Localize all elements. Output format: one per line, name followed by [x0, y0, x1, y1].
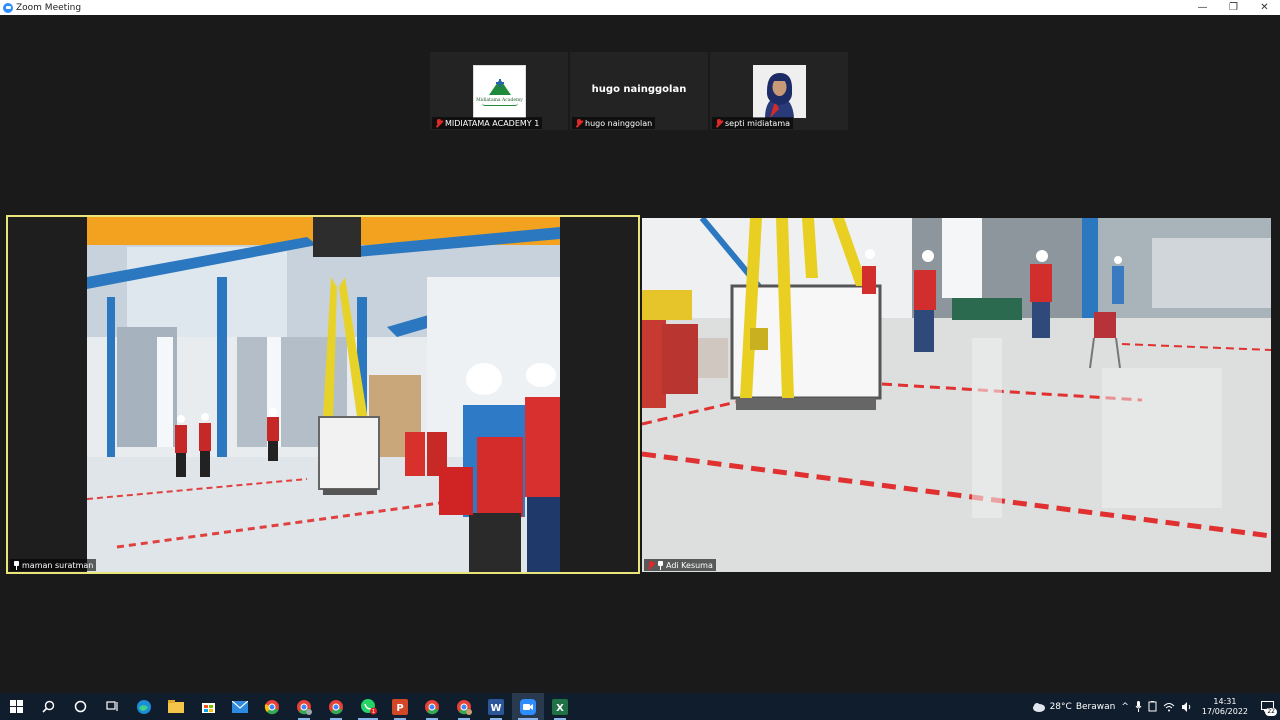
- chrome-profile-icon[interactable]: [416, 693, 448, 720]
- pin-icon: [657, 560, 664, 570]
- task-view-icon[interactable]: [96, 693, 128, 720]
- video-tile[interactable]: Adi Kesuma: [642, 218, 1271, 572]
- window-controls: — ❐ ✕: [1187, 0, 1280, 15]
- participant-name-label: MIDIATAMA ACADEMY 1: [432, 117, 543, 129]
- mail-icon[interactable]: [224, 693, 256, 720]
- notification-center-icon[interactable]: 22: [1254, 693, 1280, 720]
- academy-logo: Midiatama Academy: [473, 65, 526, 118]
- microphone-icon[interactable]: [1132, 693, 1145, 720]
- minimize-button[interactable]: —: [1187, 0, 1218, 15]
- weather-temp: 28°C: [1049, 701, 1072, 712]
- svg-text:W: W: [490, 703, 501, 714]
- word-icon[interactable]: W: [480, 693, 512, 720]
- close-button[interactable]: ✕: [1249, 0, 1280, 15]
- participant-name: Adi Kesuma: [666, 560, 713, 570]
- video-tile-active-speaker[interactable]: maman suratman: [6, 215, 640, 574]
- battery-icon[interactable]: [1145, 693, 1160, 720]
- zoom-app-icon: [3, 2, 13, 13]
- warehouse-video-feed: [642, 218, 1271, 572]
- title-bar: Zoom Meeting — ❐ ✕: [0, 0, 1280, 15]
- wifi-icon[interactable]: [1160, 693, 1178, 720]
- participant-name: MIDIATAMA ACADEMY 1: [445, 118, 540, 128]
- muted-mic-icon: [575, 118, 583, 128]
- profile-photo: [753, 65, 806, 118]
- chrome-icon[interactable]: [256, 693, 288, 720]
- store-icon[interactable]: [192, 693, 224, 720]
- clock-time: 14:31: [1213, 696, 1237, 706]
- weather-widget[interactable]: 28°C Berawan: [1029, 693, 1119, 720]
- logo-text: Midiatama Academy: [476, 97, 523, 103]
- volume-icon[interactable]: [1178, 693, 1196, 720]
- file-explorer-icon[interactable]: [160, 693, 192, 720]
- clock-date: 17/06/2022: [1201, 706, 1248, 716]
- chrome-profile-icon[interactable]: [320, 693, 352, 720]
- weather-condition: Berawan: [1075, 701, 1116, 712]
- participant-name-label: maman suratman: [10, 559, 97, 571]
- participant-name-label: hugo nainggolan: [572, 117, 656, 129]
- chrome-profile-icon[interactable]: [288, 693, 320, 720]
- window-title: Zoom Meeting: [16, 2, 82, 13]
- participant-thumbnail-strip: Midiatama Academy MIDIATAMA ACADEMY 1 hu…: [430, 52, 848, 130]
- cloud-icon: [1032, 702, 1045, 712]
- excel-icon[interactable]: X: [544, 693, 576, 720]
- participant-name: septi midiatama: [725, 118, 791, 128]
- restore-button[interactable]: ❐: [1218, 0, 1249, 15]
- pin-icon: [13, 560, 20, 570]
- muted-mic-icon: [647, 560, 655, 570]
- chevron-up-icon[interactable]: ^: [1118, 693, 1132, 720]
- cortana-icon[interactable]: [64, 693, 96, 720]
- system-clock[interactable]: 14:31 17/06/2022: [1196, 697, 1254, 717]
- whatsapp-badge: 1: [371, 709, 374, 715]
- windows-start-icon[interactable]: [0, 693, 32, 720]
- participant-thumbnail[interactable]: septi midiatama: [710, 52, 848, 130]
- system-tray: 28°C Berawan ^ 14:31 17/06/2022 22: [1029, 693, 1280, 720]
- edge-icon[interactable]: [128, 693, 160, 720]
- muted-mic-icon: [435, 118, 443, 128]
- whatsapp-icon[interactable]: 1: [352, 693, 384, 720]
- meeting-stage: Midiatama Academy MIDIATAMA ACADEMY 1 hu…: [0, 15, 1280, 693]
- participant-thumbnail[interactable]: Midiatama Academy MIDIATAMA ACADEMY 1: [430, 52, 568, 130]
- svg-text:X: X: [556, 703, 564, 714]
- participant-display-name: hugo nainggolan: [591, 84, 687, 95]
- warehouse-video-feed: [87, 217, 560, 572]
- participant-name-label: Adi Kesuma: [644, 559, 716, 571]
- muted-mic-icon: [715, 118, 723, 128]
- search-icon[interactable]: [32, 693, 64, 720]
- participant-thumbnail[interactable]: hugo nainggolan hugo nainggolan: [570, 52, 708, 130]
- participant-name-label: septi midiatama: [712, 117, 794, 129]
- notification-count-badge: 22: [1265, 708, 1277, 716]
- zoom-icon[interactable]: [512, 693, 544, 720]
- participant-name: maman suratman: [22, 560, 94, 570]
- svg-text:P: P: [396, 703, 403, 714]
- chrome-profile-icon[interactable]: [448, 693, 480, 720]
- participant-name: hugo nainggolan: [585, 118, 653, 128]
- powerpoint-icon[interactable]: P: [384, 693, 416, 720]
- windows-taskbar: 1 P W X 28°C Berawan ^ 14:31 17/06/2022 …: [0, 693, 1280, 720]
